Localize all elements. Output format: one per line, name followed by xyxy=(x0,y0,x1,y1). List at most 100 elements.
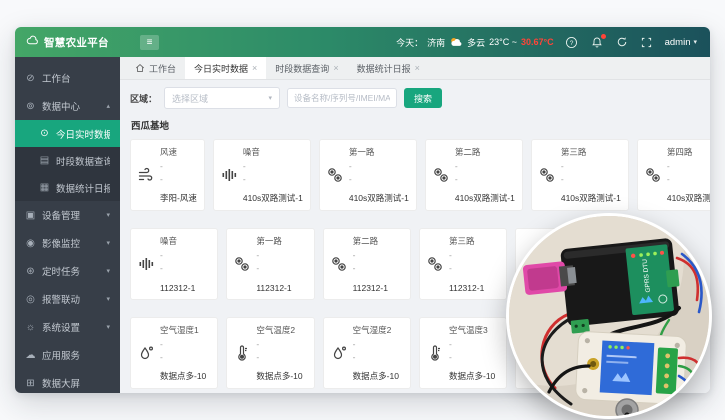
sidebar-item-app-services[interactable]: ☁应用服务 xyxy=(15,341,120,369)
tab-daily-report[interactable]: 数据统计日报× xyxy=(348,57,429,79)
select-caret-icon: ▾ xyxy=(269,94,273,102)
card-value: - xyxy=(449,338,499,351)
card-title: 第三路 xyxy=(561,146,621,158)
card-device-name: 数据点多-10 xyxy=(449,370,499,382)
logo-cloud-icon xyxy=(26,34,39,50)
sidebar-item-sys-settings[interactable]: ☼系统设置▾ xyxy=(15,313,120,341)
sensor-card[interactable]: 空气湿度1--数据点多-10 xyxy=(130,317,218,389)
refresh-icon[interactable] xyxy=(615,35,629,49)
card-title: 第二路 xyxy=(353,235,403,247)
card-title: 第四路 xyxy=(667,146,710,158)
screen-icon: ⊞ xyxy=(25,378,36,389)
card-title: 第一路 xyxy=(256,235,306,247)
card-value: - xyxy=(243,173,303,186)
sidebar-item-today-data[interactable]: ⊙今日实时数据 xyxy=(15,120,120,147)
filter-row: 区域： 选择区域 ▾ 搜索 xyxy=(130,87,700,109)
search-button[interactable]: 搜索 xyxy=(404,88,442,108)
sidebar-item-workbench[interactable]: ⊘工作台 xyxy=(15,64,120,92)
home-icon xyxy=(135,63,145,73)
gear-icon: ☼ xyxy=(25,322,36,333)
sensor-card[interactable]: 风速--李阳-风速 xyxy=(130,139,205,211)
device-search-input[interactable] xyxy=(287,88,397,108)
tab-workbench[interactable]: 工作台 xyxy=(126,57,185,79)
noise-icon xyxy=(138,256,154,272)
card-body: 第二路--112312-1 xyxy=(353,235,403,293)
cloud-icon: ☁ xyxy=(25,350,36,361)
sensor-card[interactable]: 噪音--112312-1 xyxy=(130,228,218,300)
card-value: - xyxy=(160,338,210,351)
sidebar-item-label: 影像监控 xyxy=(42,236,80,250)
sidebar-item-alarm-link[interactable]: ◎报警联动▾ xyxy=(15,285,120,313)
user-menu[interactable]: admin ▾ xyxy=(665,37,697,48)
relay-icon xyxy=(331,256,347,272)
card-body: 噪音--112312-1 xyxy=(160,235,210,293)
sidebar-item-label: 时段数据查询 xyxy=(56,154,110,168)
tab-today-data[interactable]: 今日实时数据× xyxy=(185,57,266,79)
device-photo-art: GPRS DTU xyxy=(509,216,709,416)
temperature-icon xyxy=(234,345,250,361)
card-title: 第二路 xyxy=(455,146,515,158)
sidebar-item-data-screen[interactable]: ⊞数据大屏 xyxy=(15,369,120,393)
sidebar-item-period-query[interactable]: ▤时段数据查询 xyxy=(15,147,120,174)
chevron-icon: ▾ xyxy=(106,323,110,331)
sensor-card[interactable]: 空气湿度2--数据点多-10 xyxy=(323,317,411,389)
card-title: 空气温度3 xyxy=(449,324,499,336)
tab-close-icon[interactable]: × xyxy=(252,63,257,73)
chevron-icon: ▾ xyxy=(106,211,110,219)
weather-cloud-icon xyxy=(449,36,463,49)
card-body: 风速--李阳-风速 xyxy=(160,146,197,204)
sidebar-item-label: 设备管理 xyxy=(42,208,80,222)
weather-label: 多云 xyxy=(467,36,485,49)
sensor-card[interactable]: 第一路--410s双路测试-1 xyxy=(319,139,417,211)
sidebar-item-daily-report[interactable]: ▦数据统计日报 xyxy=(15,174,120,201)
sidebar-item-device-mgmt[interactable]: ▣设备管理▾ xyxy=(15,201,120,229)
card-value: - xyxy=(353,249,403,262)
card-body: 空气湿度1--数据点多-10 xyxy=(160,324,210,382)
card-value: - xyxy=(449,351,499,364)
sensor-card[interactable]: 第一路--112312-1 xyxy=(226,228,314,300)
card-title: 噪音 xyxy=(160,235,210,247)
card-device-name: 李阳-风速 xyxy=(160,192,197,204)
tab-close-icon[interactable]: × xyxy=(333,63,338,73)
today-label: 今天： xyxy=(396,36,423,49)
card-value: - xyxy=(353,262,403,275)
card-title: 风速 xyxy=(160,146,197,158)
notifications-bell-icon[interactable] xyxy=(590,35,604,49)
sidebar-item-label: 数据中心 xyxy=(42,99,80,113)
sidebar-item-label: 工作台 xyxy=(42,71,71,85)
help-icon[interactable]: ? xyxy=(565,35,579,49)
card-device-name: 410s双路测试-1 xyxy=(667,192,710,204)
card-value: - xyxy=(561,173,621,186)
card-device-name: 410s双路测试-1 xyxy=(243,192,303,204)
card-value: - xyxy=(561,160,621,173)
sidebar-item-label: 数据统计日报 xyxy=(56,181,110,195)
screenshot-stage: 智慧农业平台 ≡ 今天： 济南 多云 23°C ~ 30.67°C ? xyxy=(0,0,725,420)
clock-icon: ⊙ xyxy=(39,128,50,139)
tab-period-query[interactable]: 时段数据查询× xyxy=(266,57,347,79)
tab-close-icon[interactable]: × xyxy=(415,63,420,73)
sensor-card[interactable]: 第三路--112312-1 xyxy=(419,228,507,300)
card-device-name: 数据点多-10 xyxy=(160,370,210,382)
noise-icon xyxy=(221,167,237,183)
sensor-card[interactable]: 第三路--410s双路测试-1 xyxy=(531,139,629,211)
sensor-card[interactable]: 空气温度3 -- 数据点多-10 xyxy=(419,317,507,389)
sidebar-collapse-button[interactable]: ≡ xyxy=(140,35,159,50)
sidebar-item-video-monitor[interactable]: ◉影像监控▾ xyxy=(15,229,120,257)
fullscreen-icon[interactable] xyxy=(640,35,654,49)
sensor-card[interactable]: 第二路--112312-1 xyxy=(323,228,411,300)
region-select[interactable]: 选择区域 ▾ xyxy=(164,87,280,109)
sidebar-item-cron-tasks[interactable]: ⊛定时任务▾ xyxy=(15,257,120,285)
card-body: 噪音--410s双路测试-1 xyxy=(243,146,303,204)
relay-icon xyxy=(539,167,555,183)
card-device-name: 112312-1 xyxy=(256,283,306,293)
sensor-card[interactable]: 空气温度2--数据点多-10 xyxy=(226,317,314,389)
card-title: 空气湿度1 xyxy=(160,324,210,336)
sidebar-item-data-center[interactable]: ⊚数据中心▴ xyxy=(15,92,120,120)
sidebar-nav: ⊘工作台⊚数据中心▴⊙今日实时数据▤时段数据查询▦数据统计日报▣设备管理▾◉影像… xyxy=(15,57,120,393)
sensor-card[interactable]: 第四路--410s双路测试-1 xyxy=(637,139,710,211)
sensor-card[interactable]: 噪音--410s双路测试-1 xyxy=(213,139,311,211)
card-value: - xyxy=(353,338,403,351)
card-title: 第三路 xyxy=(449,235,499,247)
card-value: - xyxy=(349,173,409,186)
sensor-card[interactable]: 第二路--410s双路测试-1 xyxy=(425,139,523,211)
